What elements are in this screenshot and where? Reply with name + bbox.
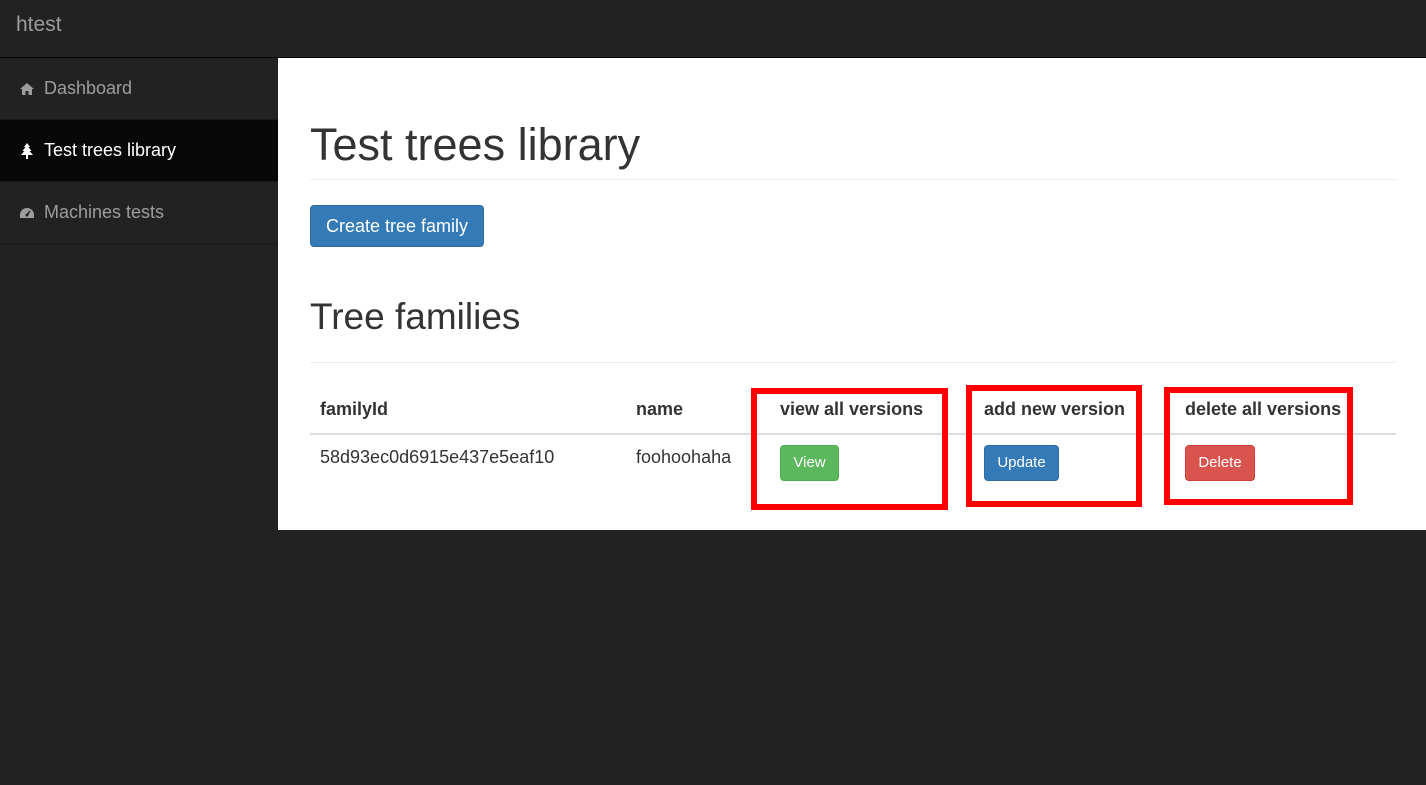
- annotation-box-delete: [1164, 387, 1353, 505]
- divider: [310, 362, 1396, 363]
- sidebar: Dashboard Test trees library Machines te…: [0, 58, 278, 244]
- sidebar-item-dashboard[interactable]: Dashboard: [0, 58, 278, 120]
- annotation-box-view: [751, 388, 948, 510]
- home-icon: [18, 80, 36, 98]
- create-tree-family-button[interactable]: Create tree family: [310, 205, 484, 247]
- section-title: Tree families: [310, 296, 521, 337]
- sidebar-item-label: Test trees library: [44, 140, 177, 160]
- tree-icon: [18, 142, 36, 160]
- sidebar-item-label: Dashboard: [44, 78, 133, 98]
- brand-link[interactable]: htest: [16, 13, 62, 37]
- page-title: Test trees library: [310, 119, 641, 170]
- family-id-cell: 58d93ec0d6915e437e5eaf10: [320, 447, 555, 467]
- divider: [310, 179, 1396, 180]
- annotation-box-update: [966, 385, 1142, 507]
- dashboard-gauge-icon: [18, 204, 36, 222]
- sidebar-item-machines-tests[interactable]: Machines tests: [0, 182, 278, 244]
- sidebar-item-test-trees-library[interactable]: Test trees library: [0, 120, 278, 182]
- column-header-familyid: familyId: [320, 399, 389, 419]
- top-navbar: htest: [0, 0, 1426, 58]
- column-header-name: name: [636, 399, 684, 419]
- name-cell: foohoohaha: [636, 447, 732, 467]
- sidebar-item-label: Machines tests: [44, 202, 165, 222]
